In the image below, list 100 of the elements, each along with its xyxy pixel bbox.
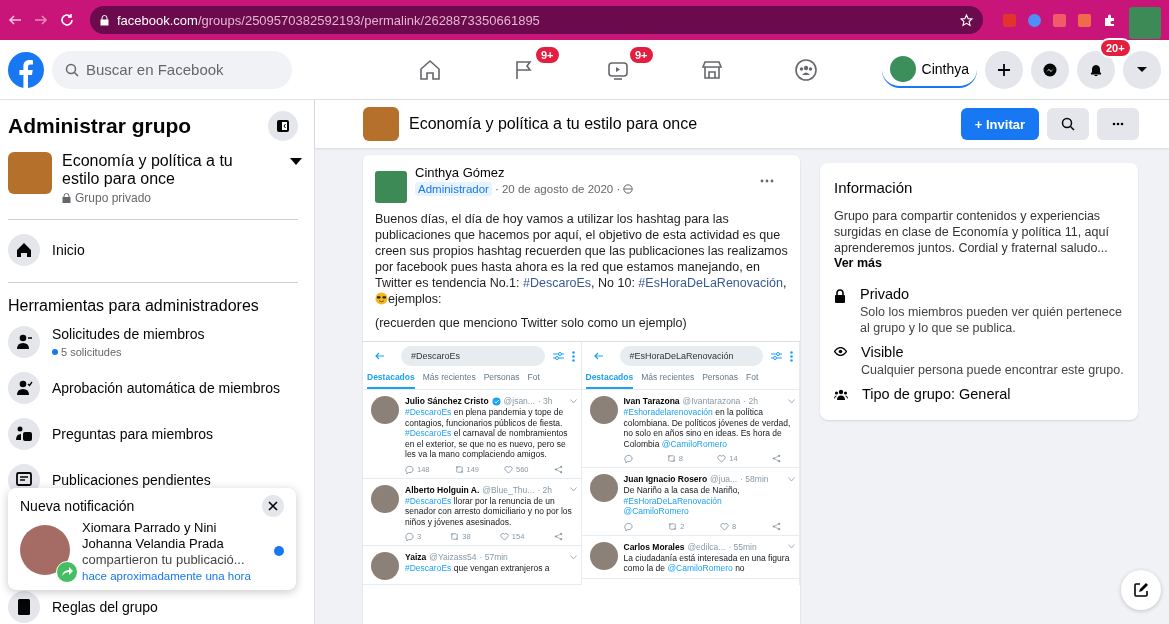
notification-badge: 9+ xyxy=(628,44,655,65)
groups-icon[interactable] xyxy=(794,57,818,82)
chevron-down-icon[interactable] xyxy=(788,398,795,404)
speech-bubble-icon[interactable] xyxy=(623,521,633,531)
address-bar[interactable]: facebook.com/groups/2509570382592193/permalink/2628873350661895 xyxy=(90,6,983,34)
retweet-icon[interactable] xyxy=(450,532,460,541)
tweet-handle: @jsan... xyxy=(503,396,535,406)
sidebar-item[interactable]: Aprobación automática de miembros xyxy=(8,365,306,411)
tweet-time: · 2h xyxy=(743,396,758,406)
back-arrow-icon[interactable] xyxy=(375,351,385,361)
search-field[interactable]: #EsHoraDeLaRenovación xyxy=(619,346,763,366)
back-arrow-icon[interactable] xyxy=(8,13,22,27)
tab[interactable]: Personas xyxy=(702,372,739,389)
account-menu-button[interactable] xyxy=(1123,50,1161,89)
collapse-sidebar-button[interactable] xyxy=(268,111,298,141)
tweet-author[interactable]: Yaiza xyxy=(405,552,427,562)
reload-icon[interactable] xyxy=(60,13,74,27)
sidebar-item[interactable]: Solicitudes de miembros 5 solicitudes xyxy=(8,319,306,365)
create-button[interactable] xyxy=(985,50,1023,89)
tab[interactable]: Fot xyxy=(527,372,540,389)
tweet-text: #DescaroEs en plena pandemia y tope de contagios, funcionarios públicos de fiesta. #DescaroEs el carnaval de nombramientos en el exterior, se que no es nuevo, pero se les va la mano complaciendo amigos. xyxy=(405,407,569,460)
tab[interactable]: Personas xyxy=(483,372,520,389)
extension-icon[interactable] xyxy=(1078,13,1091,27)
kebab-menu-icon[interactable] xyxy=(790,350,793,362)
person-check-icon xyxy=(8,372,40,404)
avatar-placeholder xyxy=(589,541,618,570)
speech-bubble-icon[interactable] xyxy=(405,464,414,474)
profile-button[interactable]: Cinthya xyxy=(881,51,977,88)
sidebar-item[interactable]: Reglas del grupo xyxy=(8,592,306,622)
tab[interactable]: Fot xyxy=(746,372,759,389)
retweet-icon[interactable] xyxy=(454,464,464,474)
speech-bubble-icon[interactable] xyxy=(623,454,633,463)
heart-icon[interactable] xyxy=(499,532,509,541)
tweet-author[interactable]: Carlos Morales xyxy=(623,541,685,552)
item-label: Publicaciones pendientes xyxy=(52,472,211,488)
pocket-extension-icon[interactable] xyxy=(1053,13,1066,27)
tweet-time: · 58min xyxy=(740,474,769,484)
close-button[interactable] xyxy=(262,495,284,517)
retweet-icon[interactable] xyxy=(668,521,678,531)
sidebar-item[interactable]: Preguntas para miembros xyxy=(8,411,306,457)
invite-button[interactable]: + Invitar xyxy=(960,108,1039,140)
share-icon[interactable] xyxy=(772,454,781,463)
filter-icon[interactable] xyxy=(771,351,782,361)
home-icon[interactable] xyxy=(418,57,442,82)
sidebar-item[interactable]: Inicio xyxy=(8,228,306,272)
eye-icon xyxy=(834,347,847,356)
tweet-text: De Nariño a la casa de Nariño, #EsHoraDeLaRenovación @CamiloRomero xyxy=(623,485,741,517)
avatar-placeholder xyxy=(20,525,70,575)
puzzle-icon[interactable] xyxy=(1103,13,1117,27)
kebab-menu-icon[interactable] xyxy=(571,350,575,362)
chevron-down-icon[interactable] xyxy=(569,398,577,404)
tweet-row[interactable]: Yaiza @Yaizass54 · 57min #DescaroEs que vengan extranjeros a xyxy=(363,546,581,585)
filter-icon[interactable] xyxy=(552,351,564,361)
chevron-down-icon[interactable] xyxy=(788,476,795,482)
share-icon[interactable] xyxy=(553,532,563,541)
notification-time: hace aproximadamente una hora xyxy=(82,570,252,582)
star-icon[interactable] xyxy=(960,13,973,27)
tweet-author[interactable]: Ivan Tarazona xyxy=(623,396,680,406)
avatar xyxy=(889,55,916,82)
globe-icon xyxy=(623,184,634,194)
chevron-down-icon[interactable] xyxy=(788,544,795,549)
forward-arrow-icon[interactable] xyxy=(34,13,48,27)
messenger-button[interactable] xyxy=(1031,50,1069,89)
speech-bubble-icon[interactable] xyxy=(405,532,414,541)
heart-icon[interactable] xyxy=(720,521,730,531)
unread-dot xyxy=(52,349,58,355)
notification-text[interactable]: Xiomara Parrado y Nini Johanna Velandia Prada compartieron tu publicació... xyxy=(82,520,252,568)
chevron-down-icon[interactable] xyxy=(569,554,577,560)
tab[interactable]: Más recientes xyxy=(422,372,476,389)
tweet-handle: @jua... xyxy=(710,474,738,484)
search-button[interactable] xyxy=(1047,108,1089,140)
tweet-author[interactable]: Juan Ignacio Rosero xyxy=(623,474,708,484)
house-icon xyxy=(8,234,40,266)
author-name[interactable]: Cinthya Gómez xyxy=(415,165,634,180)
tweet-text: #Eshoradelarenovación en la política colombiana. De políticos jóvenes de verdad, no solo en años sino en ideas. Es hora de Colombia @CamiloRomero xyxy=(623,407,792,449)
heart-icon[interactable] xyxy=(717,454,727,463)
search-field[interactable]: Buscar en Facebook xyxy=(52,50,292,89)
notifications-button[interactable] xyxy=(1077,50,1115,89)
extension-icon[interactable] xyxy=(1028,13,1041,27)
back-arrow-icon[interactable] xyxy=(593,351,604,361)
tab[interactable]: Más recientes xyxy=(641,372,695,389)
heart-icon[interactable] xyxy=(504,464,513,474)
person-question-icon xyxy=(8,418,40,450)
sidebar-toggle-icon xyxy=(276,119,290,133)
search-field[interactable]: #DescaroEs xyxy=(401,346,545,366)
tweet-author[interactable]: Julio Sánchez Cristo xyxy=(405,396,489,406)
retweet-icon[interactable] xyxy=(666,454,676,463)
group-name[interactable]: Economía y política a tu estilo para once xyxy=(62,152,272,188)
post-date[interactable]: · 20 de agosto de 2020 · xyxy=(494,183,621,195)
compose-button[interactable] xyxy=(1121,570,1161,610)
tweet-row[interactable]: Carlos Morales @edilca... · 55min La ciudadanía está interesada en una figura como la de @CamiloRomero no xyxy=(581,535,799,579)
share-icon[interactable] xyxy=(553,464,563,474)
person-add-icon xyxy=(8,326,40,358)
avatar-placeholder xyxy=(589,396,618,424)
caret-icon[interactable] xyxy=(290,158,302,166)
see-more-link[interactable]: Ver más xyxy=(834,256,1124,270)
facebook-logo[interactable] xyxy=(8,51,44,88)
share-icon[interactable] xyxy=(772,521,781,531)
chevron-down-icon[interactable] xyxy=(569,487,577,492)
tweet-author[interactable]: Alberto Holguin A. xyxy=(405,484,480,495)
